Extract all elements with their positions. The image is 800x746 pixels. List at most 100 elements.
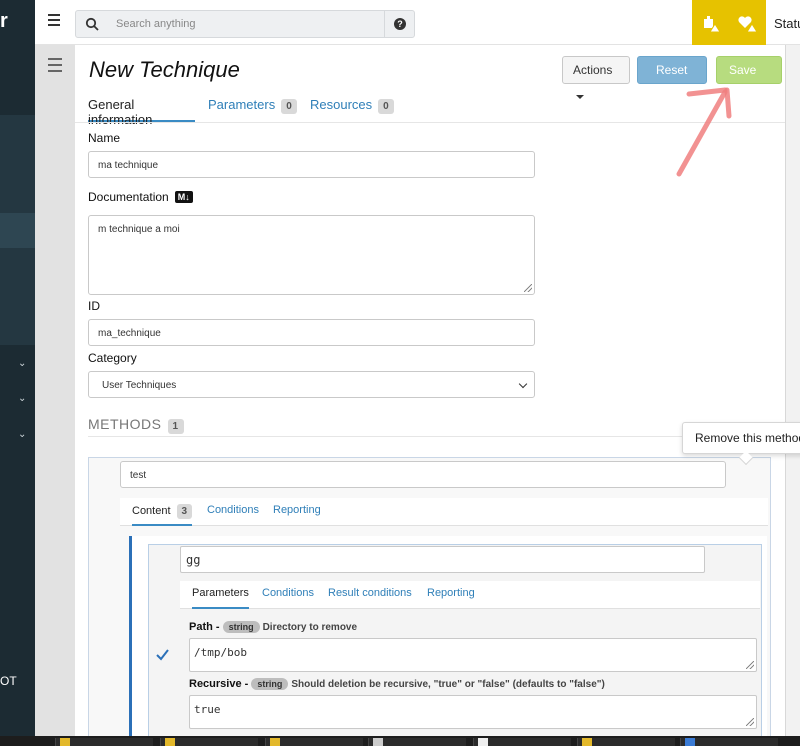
tab-resources[interactable]: Resources 0 (310, 92, 394, 122)
documentation-label: Documentation M↓ (88, 190, 193, 204)
resize-handle-icon[interactable] (524, 284, 532, 292)
count-badge: 3 (176, 504, 193, 519)
inner-method-name-input[interactable]: gg (180, 546, 705, 573)
taskbar-item[interactable] (160, 738, 258, 746)
taskbar-item[interactable] (473, 738, 571, 746)
app-icon (270, 738, 280, 746)
taskbar-item[interactable] (680, 738, 778, 746)
id-input[interactable]: ma_technique (88, 319, 535, 346)
tab-result-conditions[interactable]: Result conditions (328, 581, 412, 609)
param-name: Path - (189, 621, 220, 633)
actions-label: Actions (573, 63, 613, 77)
document-icon (478, 738, 488, 746)
count-badge: 0 (378, 99, 394, 114)
annotation-arrow-icon (676, 87, 732, 177)
method-tabs: Content 3 Conditions Reporting (120, 498, 768, 526)
taskbar-item[interactable] (55, 738, 153, 746)
category-label: Category (88, 351, 137, 365)
actions-button[interactable]: Actions (562, 56, 630, 99)
chevron-down-icon (518, 379, 528, 389)
method-name-input[interactable]: test (120, 461, 726, 488)
window-icon (373, 738, 383, 746)
sidebar-active-item[interactable] (0, 213, 35, 248)
method-card[interactable]: test Content 3 Conditions Reporting gg Pa… (88, 457, 771, 736)
tab-conditions[interactable]: Conditions (207, 498, 259, 526)
param-name: Recursive - (189, 678, 249, 690)
chevron-down-icon[interactable]: ⌄ (18, 358, 26, 369)
remove-method-tooltip: Remove this method (682, 422, 800, 454)
app-icon (582, 738, 592, 746)
alerts-area (692, 0, 766, 45)
panel-gutter (35, 45, 75, 736)
tab-label: Conditions (207, 504, 259, 516)
save-label: Save (729, 63, 757, 77)
resize-handle-icon[interactable] (746, 661, 754, 669)
taskbar-item[interactable] (265, 738, 363, 746)
param-desc: Directory to remove (262, 622, 358, 633)
inner-method-card[interactable]: gg Parameters Conditions Result conditio… (148, 544, 762, 736)
status-label[interactable]: Statu (774, 16, 800, 31)
param-recursive-label: Recursive - string Should deletion be recu… (189, 678, 605, 690)
methods-title-text: METHODS (88, 416, 162, 432)
sidebar-bottom-label: OT (0, 674, 17, 688)
param-value: true (194, 703, 221, 716)
general-form: Name ma technique Documentation M↓ m tech… (75, 122, 785, 736)
tab-label: Parameters (208, 97, 276, 112)
type-badge: string (222, 621, 260, 633)
param-desc: Should deletion be recursive, "true" or … (291, 679, 605, 690)
reset-label: Reset (656, 63, 688, 77)
methods-title: METHODS 1 (88, 416, 184, 434)
name-input[interactable]: ma technique (88, 151, 535, 178)
left-sidebar: r ⌄ ⌄ ⌄ OT (0, 0, 35, 736)
category-select[interactable]: User Techniques (88, 371, 535, 398)
tab-label: Conditions (262, 587, 314, 599)
app-icon (60, 738, 70, 746)
app-icon (165, 738, 175, 746)
name-label: Name (88, 131, 121, 145)
scrollbar[interactable] (785, 45, 800, 736)
category-value: User Techniques (102, 380, 177, 391)
taskbar-item[interactable] (368, 738, 466, 746)
search-icon (85, 17, 99, 31)
tab-label: Content (132, 505, 171, 517)
tab-label: Result conditions (328, 587, 412, 599)
param-recursive-input[interactable]: true (189, 695, 757, 729)
page-title: New Technique (89, 57, 240, 82)
heart-warning-icon[interactable] (736, 12, 758, 34)
type-badge: string (251, 678, 289, 690)
search-help-button[interactable]: ? (384, 11, 414, 37)
hamburger-menu-icon[interactable] (48, 14, 60, 29)
id-label: ID (88, 299, 100, 313)
tab-label: Resources (310, 97, 373, 112)
tab-conditions[interactable]: Conditions (262, 581, 314, 609)
chevron-down-icon[interactable]: ⌄ (18, 393, 26, 404)
param-path-label: Path - string Directory to remove (189, 621, 357, 633)
plugin-warning-icon[interactable] (700, 12, 722, 34)
search-input[interactable] (116, 11, 376, 37)
chevron-down-icon[interactable]: ⌄ (18, 429, 26, 440)
documentation-textarea[interactable]: m technique a moi (88, 215, 535, 295)
tab-reporting[interactable]: Reporting (427, 581, 475, 609)
tab-parameters[interactable]: Parameters (192, 581, 249, 609)
browser-icon (685, 738, 695, 746)
panel-menu-icon[interactable] (48, 58, 62, 76)
param-path-input[interactable]: /tmp/bob (189, 638, 757, 672)
tab-reporting[interactable]: Reporting (273, 498, 321, 526)
tab-general-information[interactable]: General information (88, 92, 195, 127)
tab-content[interactable]: Content 3 (132, 498, 193, 526)
tab-parameters[interactable]: Parameters 0 (208, 92, 297, 122)
divider (88, 436, 778, 437)
resize-handle-icon[interactable] (746, 718, 754, 726)
top-bar: ? Statu (35, 0, 800, 45)
tab-label: Parameters (192, 587, 249, 599)
documentation-label-text: Documentation (88, 190, 169, 204)
sidebar-logo-fragment: r (0, 10, 8, 32)
check-icon (156, 649, 169, 661)
tab-label: Reporting (427, 587, 475, 599)
param-value: /tmp/bob (194, 646, 247, 659)
method-content: gg Parameters Conditions Result conditio… (129, 536, 767, 736)
documentation-text: m technique a moi (98, 224, 180, 235)
question-icon: ? (394, 18, 406, 30)
markdown-icon: M↓ (174, 191, 193, 203)
taskbar-item[interactable] (577, 738, 675, 746)
